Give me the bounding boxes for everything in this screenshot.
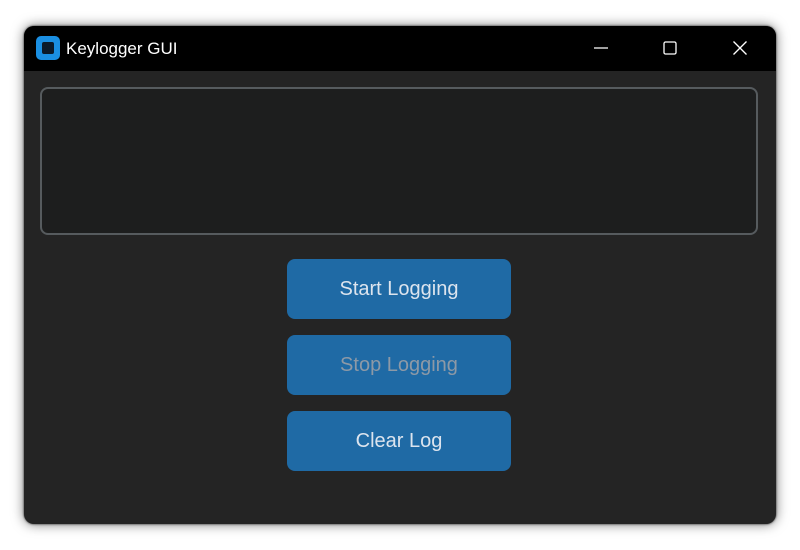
app-icon-inner [42,42,54,54]
stop-logging-button[interactable]: Stop Logging [287,335,511,395]
close-icon [733,41,747,55]
minimize-button[interactable] [578,26,624,71]
clear-log-button[interactable]: Clear Log [287,411,511,471]
maximize-button[interactable] [647,26,693,71]
minimize-icon [594,47,608,49]
maximize-icon [663,41,677,55]
app-icon [36,36,60,60]
title-bar[interactable]: Keylogger GUI [24,26,776,71]
window-title: Keylogger GUI [66,39,178,58]
app-window: Keylogger GUI Start Logging Stop Logging… [24,26,776,524]
start-logging-button[interactable]: Start Logging [287,259,511,319]
log-textbox[interactable] [40,87,758,235]
close-button[interactable] [717,26,763,71]
